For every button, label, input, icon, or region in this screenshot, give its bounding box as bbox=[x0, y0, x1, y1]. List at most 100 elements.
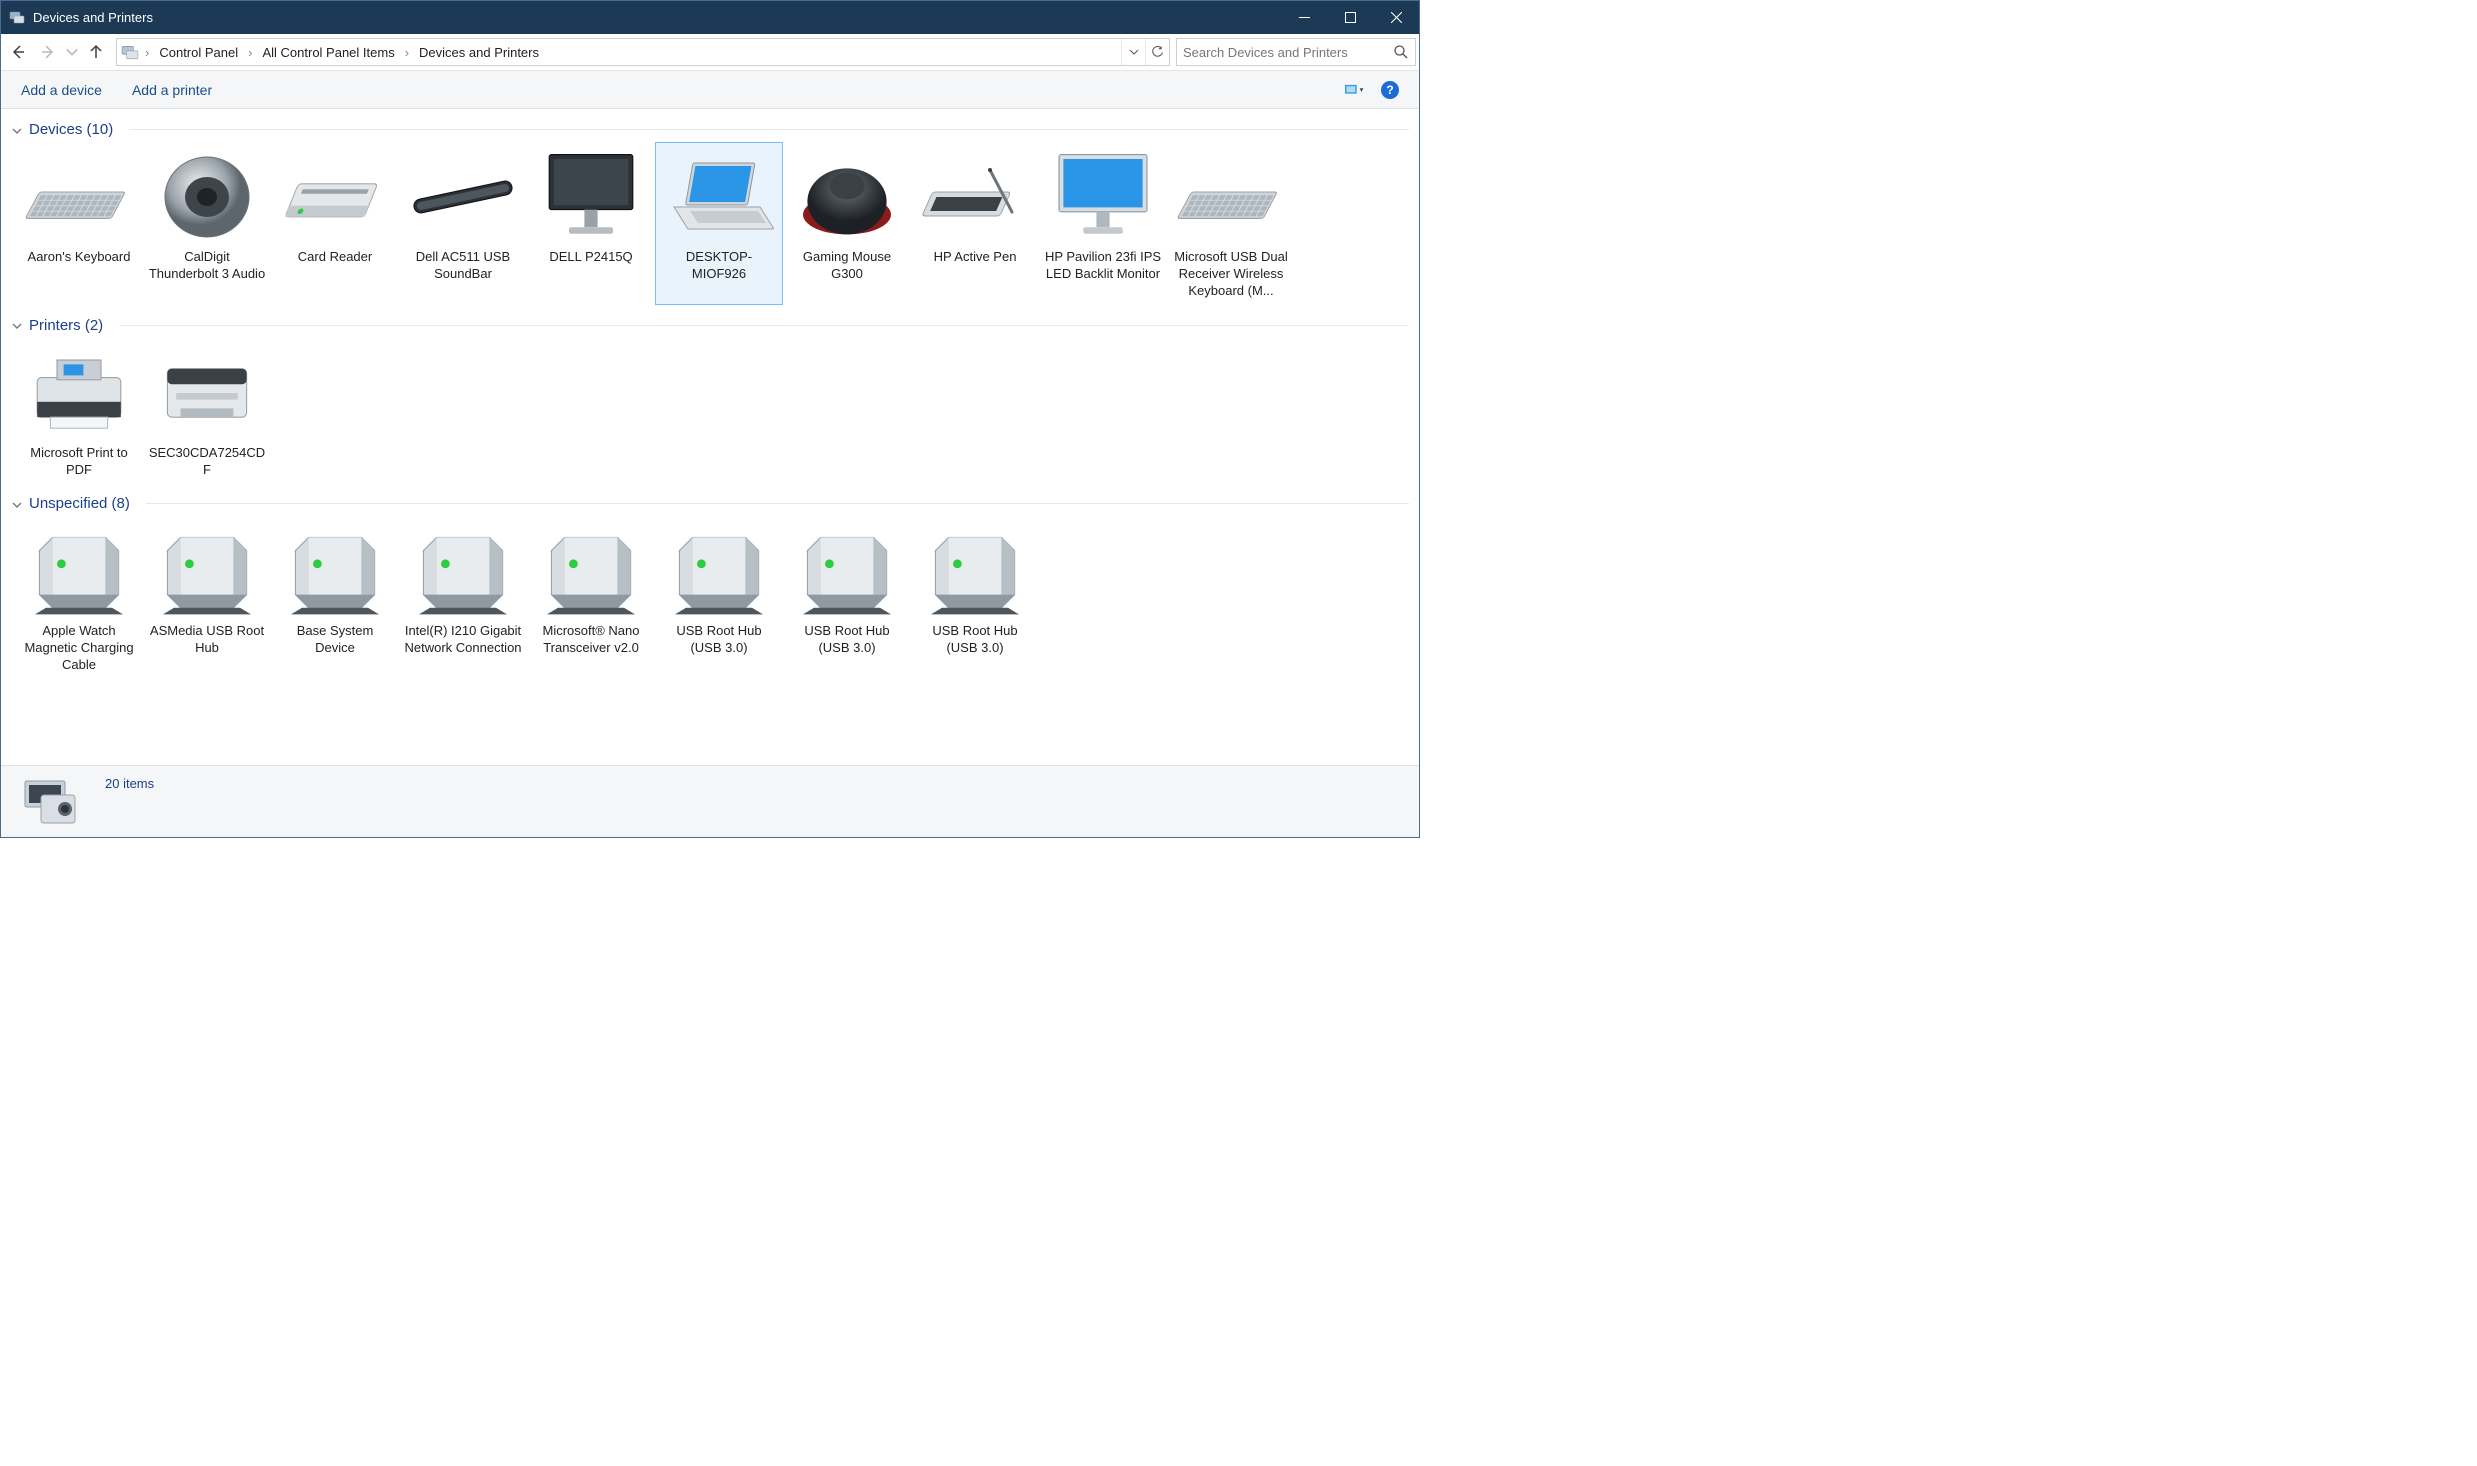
statusbar: 20 items bbox=[1, 765, 1419, 837]
close-button[interactable] bbox=[1373, 1, 1419, 34]
window-title: Devices and Printers bbox=[33, 10, 153, 25]
devices-printers-icon bbox=[9, 8, 25, 27]
group-header[interactable]: Printers (2) bbox=[11, 317, 1409, 334]
device-item[interactable]: Base System Device bbox=[271, 516, 399, 679]
device-label: Microsoft Print to PDF bbox=[20, 445, 138, 479]
device-item[interactable]: ASMedia USB Root Hub bbox=[143, 516, 271, 679]
navbar: › Control Panel › All Control Panel Item… bbox=[1, 34, 1419, 71]
recent-dropdown[interactable] bbox=[64, 38, 80, 66]
printer-laser-icon bbox=[152, 343, 262, 443]
add-printer-link[interactable]: Add a printer bbox=[132, 82, 212, 98]
device-item[interactable]: CalDigit Thunderbolt 3 Audio bbox=[143, 142, 271, 305]
breadcrumb-item[interactable]: Devices and Printers bbox=[415, 39, 543, 65]
help-button[interactable]: ? bbox=[1381, 81, 1399, 99]
chevron-right-icon[interactable]: › bbox=[246, 45, 254, 60]
device-label: Microsoft USB Dual Receiver Wireless Key… bbox=[1172, 249, 1290, 300]
generic-device-icon bbox=[24, 521, 134, 621]
device-label: Card Reader bbox=[298, 249, 372, 266]
up-button[interactable] bbox=[82, 38, 110, 66]
device-label: HP Pavilion 23fi IPS LED Backlit Monitor bbox=[1044, 249, 1162, 283]
group-items: Apple Watch Magnetic Charging Cable ASMed… bbox=[11, 514, 1409, 685]
minimize-button[interactable] bbox=[1281, 1, 1327, 34]
device-item[interactable]: HP Pavilion 23fi IPS LED Backlit Monitor bbox=[1039, 142, 1167, 305]
device-label: USB Root Hub (USB 3.0) bbox=[788, 623, 906, 657]
refresh-button[interactable] bbox=[1145, 39, 1169, 65]
maximize-button[interactable] bbox=[1327, 1, 1373, 34]
device-label: DELL P2415Q bbox=[549, 249, 632, 266]
device-item[interactable]: Microsoft Print to PDF bbox=[15, 338, 143, 484]
group-title: Unspecified (8) bbox=[29, 495, 130, 512]
device-label: Aaron's Keyboard bbox=[28, 249, 131, 266]
device-item[interactable]: HP Active Pen bbox=[911, 142, 1039, 305]
generic-device-icon bbox=[664, 521, 774, 621]
breadcrumb-item[interactable]: Control Panel bbox=[155, 39, 242, 65]
toolbar: Add a device Add a printer ▾ ? bbox=[1, 71, 1419, 109]
chevron-down-icon bbox=[11, 498, 23, 510]
device-item[interactable]: DESKTOP-MIOF926 bbox=[655, 142, 783, 305]
device-item[interactable]: USB Root Hub (USB 3.0) bbox=[655, 516, 783, 679]
device-item[interactable]: SEC30CDA7254CDF bbox=[143, 338, 271, 484]
laptop-icon bbox=[664, 147, 774, 247]
generic-device-icon bbox=[152, 521, 262, 621]
device-label: DESKTOP-MIOF926 bbox=[660, 249, 778, 283]
view-options[interactable]: ▾ bbox=[1345, 82, 1367, 98]
device-item[interactable]: Card Reader bbox=[271, 142, 399, 305]
device-label: CalDigit Thunderbolt 3 Audio bbox=[148, 249, 266, 283]
printer-inkjet-icon bbox=[24, 343, 134, 443]
device-label: Dell AC511 USB SoundBar bbox=[404, 249, 522, 283]
chevron-down-icon bbox=[11, 319, 23, 331]
device-label: ASMedia USB Root Hub bbox=[148, 623, 266, 657]
content-area: Devices (10) Aaron's Keyboard CalDigit Thu… bbox=[1, 109, 1419, 765]
generic-device-icon bbox=[920, 521, 1030, 621]
pen-tablet-icon bbox=[920, 147, 1030, 247]
device-label: Intel(R) I210 Gigabit Network Connection bbox=[404, 623, 522, 657]
group-title: Printers (2) bbox=[29, 317, 103, 334]
group-header[interactable]: Unspecified (8) bbox=[11, 495, 1409, 512]
chevron-down-icon bbox=[11, 124, 23, 136]
search-input[interactable] bbox=[1183, 45, 1393, 60]
device-item[interactable]: USB Root Hub (USB 3.0) bbox=[783, 516, 911, 679]
keyboard-icon bbox=[24, 147, 134, 247]
device-label: Microsoft® Nano Transceiver v2.0 bbox=[532, 623, 650, 657]
breadcrumb-item[interactable]: All Control Panel Items bbox=[258, 39, 398, 65]
keyboard-icon bbox=[1176, 147, 1286, 247]
device-item[interactable]: USB Root Hub (USB 3.0) bbox=[911, 516, 1039, 679]
chevron-right-icon[interactable]: › bbox=[403, 45, 411, 60]
cardreader-icon bbox=[280, 147, 390, 247]
generic-device-icon bbox=[408, 521, 518, 621]
back-button[interactable] bbox=[4, 38, 32, 66]
titlebar: Devices and Printers bbox=[1, 1, 1419, 34]
device-item[interactable]: Dell AC511 USB SoundBar bbox=[399, 142, 527, 305]
device-item[interactable]: Apple Watch Magnetic Charging Cable bbox=[15, 516, 143, 679]
chevron-right-icon[interactable]: › bbox=[143, 45, 151, 60]
device-label: USB Root Hub (USB 3.0) bbox=[916, 623, 1034, 657]
device-item[interactable]: Intel(R) I210 Gigabit Network Connection bbox=[399, 516, 527, 679]
device-item[interactable]: Microsoft® Nano Transceiver v2.0 bbox=[527, 516, 655, 679]
speaker-icon bbox=[152, 147, 262, 247]
device-label: USB Root Hub (USB 3.0) bbox=[660, 623, 778, 657]
group-header[interactable]: Devices (10) bbox=[11, 121, 1409, 138]
mouse-icon bbox=[792, 147, 902, 247]
device-item[interactable]: Microsoft USB Dual Receiver Wireless Key… bbox=[1167, 142, 1295, 305]
svg-text:▾: ▾ bbox=[1360, 85, 1364, 94]
location-icon bbox=[121, 43, 139, 61]
soundbar-icon bbox=[408, 147, 518, 247]
device-item[interactable]: Gaming Mouse G300 bbox=[783, 142, 911, 305]
group-title: Devices (10) bbox=[29, 121, 113, 138]
forward-button[interactable] bbox=[34, 38, 62, 66]
generic-device-icon bbox=[792, 521, 902, 621]
device-label: Apple Watch Magnetic Charging Cable bbox=[20, 623, 138, 674]
device-item[interactable]: DELL P2415Q bbox=[527, 142, 655, 305]
generic-device-icon bbox=[280, 521, 390, 621]
device-item[interactable]: Aaron's Keyboard bbox=[15, 142, 143, 305]
generic-device-icon bbox=[536, 521, 646, 621]
group-items: Aaron's Keyboard CalDigit Thunderbolt 3 A… bbox=[11, 140, 1409, 311]
device-label: HP Active Pen bbox=[934, 249, 1017, 266]
search-icon[interactable] bbox=[1393, 44, 1409, 60]
address-bar[interactable]: › Control Panel › All Control Panel Item… bbox=[116, 38, 1170, 66]
add-device-link[interactable]: Add a device bbox=[21, 82, 102, 98]
search-box[interactable] bbox=[1176, 38, 1416, 66]
device-label: SEC30CDA7254CDF bbox=[147, 445, 267, 479]
group-items: Microsoft Print to PDF SEC30CDA7254CDF bbox=[11, 336, 1409, 490]
address-dropdown[interactable] bbox=[1121, 39, 1145, 65]
